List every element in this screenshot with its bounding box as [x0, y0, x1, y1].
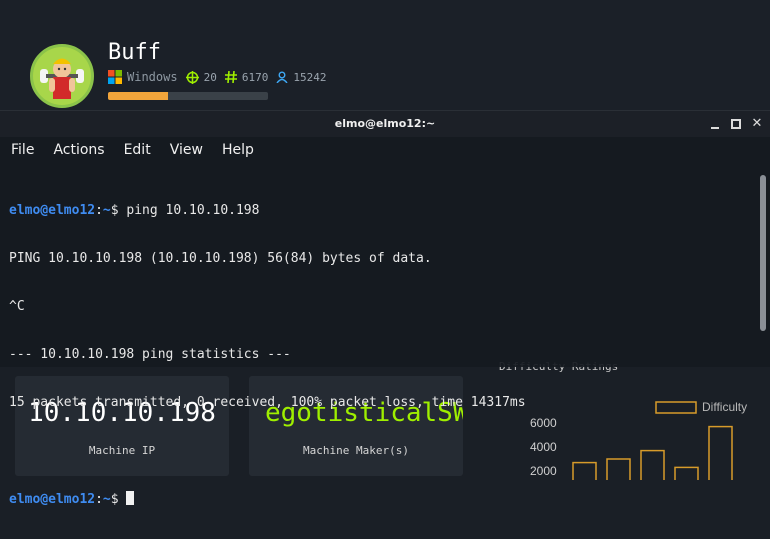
machine-header: Buff Windows 20 6170 15242 — [0, 0, 770, 110]
text-cursor — [126, 491, 135, 505]
output-line: PING 10.10.10.198 (10.10.10.198) 56(84) … — [9, 251, 432, 266]
prompt-separator: : — [95, 203, 103, 218]
prompt-separator: : — [95, 492, 103, 507]
prompt-user-host: elmo@elmo12 — [9, 203, 96, 218]
y-tick-2000: 2000 — [530, 464, 557, 478]
terminal-scrollbar[interactable] — [760, 175, 766, 331]
menu-view[interactable]: View — [170, 142, 203, 158]
legend-swatch — [655, 401, 697, 414]
menu-actions[interactable]: Actions — [53, 142, 104, 158]
menu-edit[interactable]: Edit — [124, 142, 151, 158]
terminal-title: elmo@elmo12:~ — [334, 117, 436, 130]
active-prompt-line[interactable]: elmo@elmo12:~$ — [9, 491, 526, 507]
prompt-symbol: $ — [110, 492, 127, 507]
difficulty-chart: Difficulty 6000 4000 2000 — [530, 400, 747, 480]
menu-help[interactable]: Help — [222, 142, 254, 158]
close-button[interactable]: ✕ — [751, 117, 763, 130]
menu-file[interactable]: File — [11, 142, 34, 158]
difficulty-bar — [708, 425, 733, 480]
command-text: ping 10.10.10.198 — [126, 203, 260, 218]
terminal-menubar: File Actions Edit View Help — [0, 137, 770, 163]
hash-icon — [224, 71, 237, 83]
user-icon — [276, 71, 288, 83]
windows-icon — [108, 70, 122, 84]
target-icon — [185, 70, 199, 84]
y-tick-4000: 4000 — [530, 440, 557, 454]
machine-avatar — [30, 44, 94, 108]
rating-progress-bar — [108, 92, 268, 100]
users-stat: 15242 — [276, 71, 326, 84]
owns-value: 6170 — [241, 70, 269, 84]
output-line: 15 packets transmitted, 0 received, 100%… — [9, 395, 526, 410]
prompt-path: ~ — [102, 492, 111, 507]
os-label: Windows — [127, 70, 178, 84]
y-tick-6000: 6000 — [530, 416, 557, 430]
difficulty-bar — [674, 466, 699, 480]
terminal-output[interactable]: elmo@elmo12:~$ ping 10.10.10.198 PING 10… — [9, 171, 526, 539]
command-line: elmo@elmo12:~$ ping 10.10.10.198 — [9, 203, 526, 219]
difficulty-bar — [606, 458, 631, 480]
points-value: 20 — [203, 70, 217, 84]
machine-meta: Windows 20 6170 15242 — [108, 69, 334, 85]
prompt-user-host: elmo@elmo12 — [9, 492, 96, 507]
machine-name: Buff — [108, 40, 161, 65]
owns-stat: 6170 — [224, 70, 269, 84]
difficulty-bar — [572, 461, 597, 480]
prompt-path: ~ — [102, 203, 111, 218]
minimize-button[interactable] — [709, 118, 721, 130]
difficulty-bar — [640, 449, 665, 480]
rating-progress-fill — [108, 92, 168, 100]
maximize-button[interactable] — [730, 118, 742, 130]
prompt-symbol: $ — [110, 203, 127, 218]
legend-label: Difficulty — [702, 400, 747, 414]
output-line: --- 10.10.10.198 ping statistics --- — [9, 347, 291, 362]
terminal-window[interactable]: elmo@elmo12:~ ✕ File Actions Edit View H… — [0, 110, 770, 507]
output-line: ^C — [9, 299, 25, 314]
terminal-titlebar[interactable]: elmo@elmo12:~ ✕ — [0, 111, 770, 137]
users-value: 15242 — [293, 70, 327, 84]
points-stat: 20 — [185, 70, 217, 84]
os-info: Windows — [108, 70, 178, 84]
